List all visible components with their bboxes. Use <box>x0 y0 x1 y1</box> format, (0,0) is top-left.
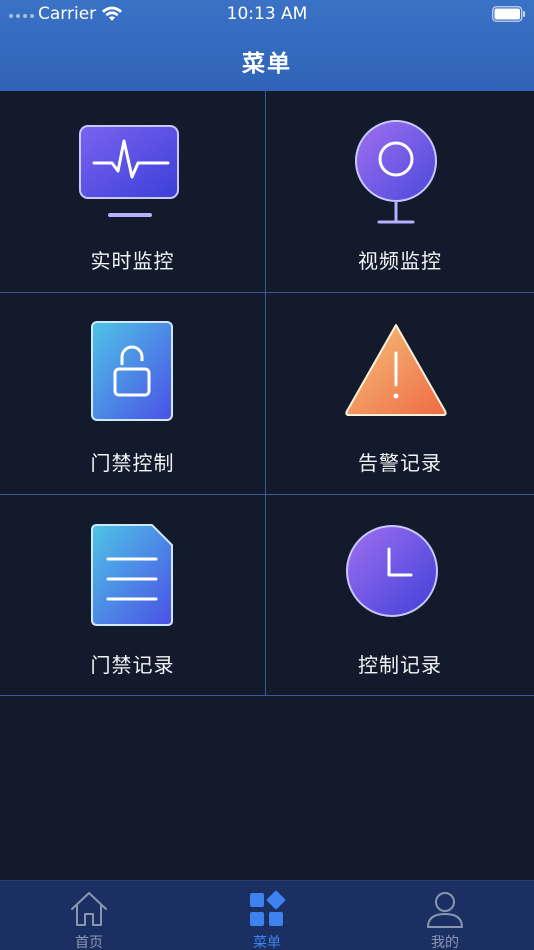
webcam-icon <box>355 120 437 224</box>
app-header: Carrier 10:13 AM 菜单 <box>0 0 534 91</box>
menu-item-label: 告警记录 <box>358 451 442 475</box>
document-icon <box>90 524 173 626</box>
menu-item-access-records[interactable]: 门禁记录 <box>0 495 266 696</box>
tab-label: 菜单 <box>253 935 281 950</box>
clock-icon <box>346 525 438 617</box>
menu-item-access-control[interactable]: 门禁控制 <box>0 293 266 495</box>
user-icon <box>427 892 463 928</box>
menu-item-label: 实时监控 <box>90 249 175 273</box>
unlock-icon <box>90 321 173 421</box>
tab-home[interactable]: 首页 <box>0 881 178 950</box>
battery-icon <box>492 6 525 22</box>
menu-item-realtime-monitor[interactable]: 实时监控 <box>0 91 266 293</box>
menu-item-video-monitor[interactable]: 视频监控 <box>266 91 534 293</box>
menu-item-label: 控制记录 <box>358 653 442 677</box>
status-bar: Carrier 10:13 AM <box>0 0 534 30</box>
menu-grid: 实时监控 视频监控 门禁控制 告警记录 门禁记录 控制记录 <box>0 91 534 696</box>
tab-label: 我的 <box>431 935 459 950</box>
monitor-pulse-icon <box>78 125 179 217</box>
page-title: 菜单 <box>242 51 292 77</box>
menu-item-alarm-records[interactable]: 告警记录 <box>266 293 534 495</box>
menu-item-control-records[interactable]: 控制记录 <box>266 495 534 696</box>
clock: 10:13 AM <box>226 4 308 24</box>
home-icon <box>71 892 107 926</box>
tab-profile[interactable]: 我的 <box>356 881 534 950</box>
tab-menu[interactable]: 菜单 <box>178 881 356 950</box>
grid-menu-icon <box>250 890 286 926</box>
menu-item-label: 门禁控制 <box>90 451 175 475</box>
warning-icon <box>345 324 447 416</box>
menu-item-label: 门禁记录 <box>90 653 175 677</box>
tab-label: 首页 <box>75 935 103 950</box>
menu-item-label: 视频监控 <box>358 249 442 273</box>
tab-bar: 首页 菜单 我的 <box>0 880 534 950</box>
